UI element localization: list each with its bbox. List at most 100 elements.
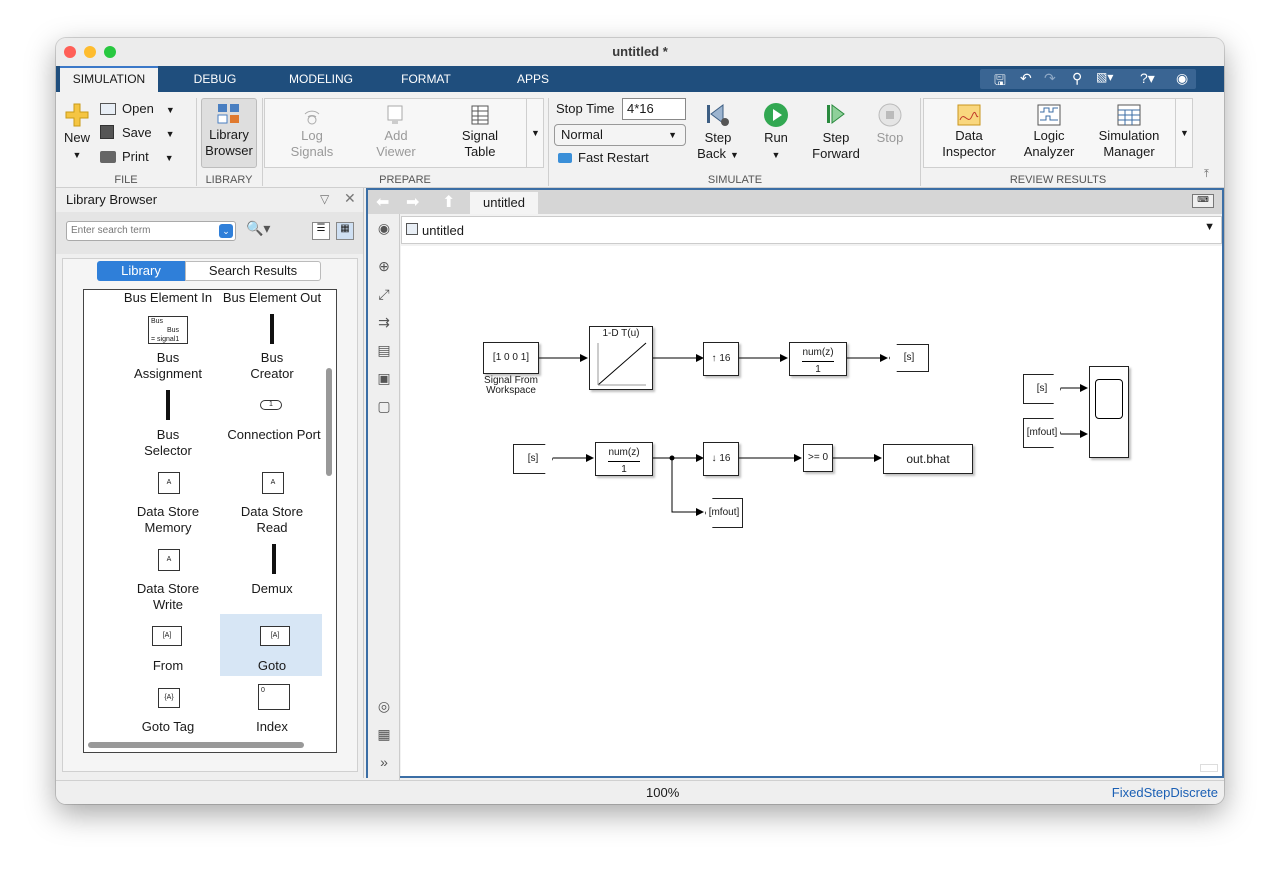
scope-block[interactable] <box>1089 366 1129 458</box>
shortcut-icon[interactable]: ▧▾ <box>1096 70 1113 84</box>
zoom-icon[interactable]: ⊕ <box>374 258 394 278</box>
expand-icon[interactable]: » <box>374 754 394 774</box>
run-button[interactable]: Run ▼ <box>754 102 798 163</box>
lib-item-goto[interactable]: Goto <box>222 658 322 674</box>
collapse-ribbon-icon[interactable]: ⤒ <box>1204 168 1209 181</box>
toolstrip-menu-icon[interactable]: ◉ <box>1176 70 1188 87</box>
list-view-icon[interactable]: ☰ <box>312 222 330 240</box>
camera-icon[interactable]: ◎ <box>374 698 394 718</box>
chevron-down-icon[interactable]: ⌄ <box>219 224 233 238</box>
open-button[interactable]: Open ▼ <box>100 101 175 116</box>
data-inspector-icon <box>957 104 981 126</box>
from-s-block-2[interactable]: [s] <box>1023 374 1061 404</box>
to-workspace-block[interactable]: out.bhat <box>883 444 973 474</box>
tab-format[interactable]: FORMAT <box>388 66 464 92</box>
fast-restart-toggle[interactable]: Fast Restart <box>558 150 649 165</box>
breadcrumb-model[interactable]: untitled <box>422 223 464 238</box>
log-signals-button[interactable]: Log Signals <box>282 104 342 160</box>
horizontal-scrollbar[interactable] <box>88 742 304 748</box>
goto-s-block[interactable]: [s] <box>889 344 929 372</box>
tab-simulation[interactable]: SIMULATION <box>60 66 158 92</box>
new-button[interactable]: New ▼ <box>62 102 92 163</box>
area-icon[interactable]: ▢ <box>374 398 394 418</box>
print-button[interactable]: Print ▼ <box>100 149 174 164</box>
signal-from-workspace-block[interactable]: [1 0 0 1] <box>483 342 539 374</box>
signal-table-button[interactable]: Signal Table <box>450 104 510 160</box>
tab-library[interactable]: Library <box>97 261 185 281</box>
search-icon[interactable]: ⚲ <box>1072 70 1082 87</box>
data-inspector-button[interactable]: Data Inspector <box>936 104 1002 160</box>
tab-apps[interactable]: APPS <box>504 66 562 92</box>
lib-item-data-store-read[interactable]: Data Store Read <box>222 504 322 536</box>
tab-modeling[interactable]: MODELING <box>276 66 366 92</box>
lib-item-goto-tag[interactable]: Goto Tag <box>118 719 218 735</box>
back-arrow-icon[interactable]: ⬅ <box>376 192 389 212</box>
lib-item-data-store-memory[interactable]: Data Store Memory <box>118 504 218 536</box>
fit-to-view-icon[interactable]: ⤢ <box>374 286 394 306</box>
image-icon[interactable]: ▣ <box>374 370 394 390</box>
tab-untitled[interactable]: untitled <box>470 192 538 214</box>
lib-item-index[interactable]: Index <box>222 719 322 735</box>
chevron-down-icon: ▼ <box>771 150 781 160</box>
close-icon[interactable]: ✕ <box>344 190 356 207</box>
keyboard-icon[interactable]: ⌨ <box>1192 194 1214 208</box>
help-icon[interactable]: ?▾ <box>1140 70 1155 87</box>
tab-debug[interactable]: DEBUG <box>172 66 258 92</box>
hide-browser-icon[interactable]: ◉ <box>374 220 394 240</box>
icon-view-icon[interactable]: ▦ <box>336 222 354 240</box>
lib-item-data-store-write[interactable]: Data Store Write <box>118 581 218 613</box>
discrete-filter-block-2[interactable]: num(z) 1 <box>595 442 653 476</box>
simulation-mode-select[interactable]: Normal ▼ <box>554 124 686 146</box>
compare-block[interactable]: >= 0 <box>803 444 833 472</box>
downsample-block[interactable]: ↓ 16 <box>703 442 739 476</box>
vertical-scrollbar[interactable] <box>326 368 332 476</box>
prepare-gallery-expand[interactable]: ▼ <box>526 98 544 168</box>
minimize-window-button[interactable] <box>84 46 96 58</box>
lib-item-from[interactable]: From <box>118 658 218 674</box>
lib-item-connection-port[interactable]: Connection Port <box>222 427 326 443</box>
annotation-icon[interactable]: ▤ <box>374 342 394 362</box>
chevron-down-icon[interactable]: ▼ <box>1204 221 1215 233</box>
stop-time-input[interactable]: 4*16 <box>622 98 686 120</box>
redo-icon[interactable]: ↷ <box>1044 70 1056 87</box>
panel-menu-icon[interactable]: ▽ <box>320 192 329 206</box>
upsample-block[interactable]: ↑ 16 <box>703 342 739 376</box>
undo-icon[interactable]: ↶ <box>1020 70 1032 87</box>
breadcrumb: untitled ▼ <box>401 216 1222 244</box>
save-button[interactable]: Save ▼ <box>100 125 175 140</box>
diagram-canvas[interactable]: [1 0 0 1] Signal From Workspace 1-D T(u) … <box>401 246 1222 776</box>
add-viewer-button[interactable]: Add Viewer <box>366 104 426 160</box>
lib-header-bus-element-out[interactable]: Bus Element Out <box>220 290 324 306</box>
forward-arrow-icon[interactable]: ➡ <box>406 192 419 212</box>
step-back-label: Step <box>704 130 732 145</box>
arrow-icon[interactable]: ⇉ <box>374 314 394 334</box>
run-label: Run <box>764 130 788 145</box>
solver-link[interactable]: FixedStepDiscrete <box>1112 785 1218 800</box>
logic-analyzer-button[interactable]: Logic Analyzer <box>1018 104 1080 160</box>
review-gallery-expand[interactable]: ▼ <box>1175 98 1193 168</box>
from-s-block[interactable]: [s] <box>513 444 553 474</box>
model-browser-icon[interactable]: ▦ <box>374 726 394 746</box>
save-icon[interactable]: 🖫 <box>994 70 1006 94</box>
library-browser-button[interactable]: Library Browser <box>201 98 257 168</box>
simulation-manager-button[interactable]: Simulation Manager <box>1094 104 1164 160</box>
close-window-button[interactable] <box>64 46 76 58</box>
goto-mfout-block[interactable]: [mfout] <box>705 498 743 528</box>
step-back-button[interactable]: Step Back ▼ <box>694 102 742 163</box>
search-input[interactable]: Enter search term ⌄ <box>66 221 236 241</box>
discrete-filter-block[interactable]: num(z) 1 <box>789 342 847 376</box>
stop-button[interactable]: Stop <box>870 102 910 146</box>
lib-item-bus-creator[interactable]: Bus Creator <box>222 350 322 382</box>
step-back-icon <box>707 104 729 126</box>
lib-item-demux[interactable]: Demux <box>222 581 322 597</box>
lib-header-bus-element-in[interactable]: Bus Element In <box>118 290 218 306</box>
lookup-table-block[interactable]: 1-D T(u) <box>589 326 653 390</box>
tab-search-results[interactable]: Search Results <box>185 261 321 281</box>
lib-item-bus-selector[interactable]: Bus Selector <box>118 427 218 459</box>
from-mfout-block[interactable]: [mfout] <box>1023 418 1061 448</box>
step-forward-button[interactable]: Step Forward <box>808 102 864 162</box>
zoom-window-button[interactable] <box>104 46 116 58</box>
up-arrow-icon[interactable]: ⬆ <box>442 192 455 212</box>
lib-item-bus-assignment[interactable]: Bus Assignment <box>118 350 218 382</box>
search-binoculars-icon[interactable]: 🔍▾ <box>246 220 282 242</box>
